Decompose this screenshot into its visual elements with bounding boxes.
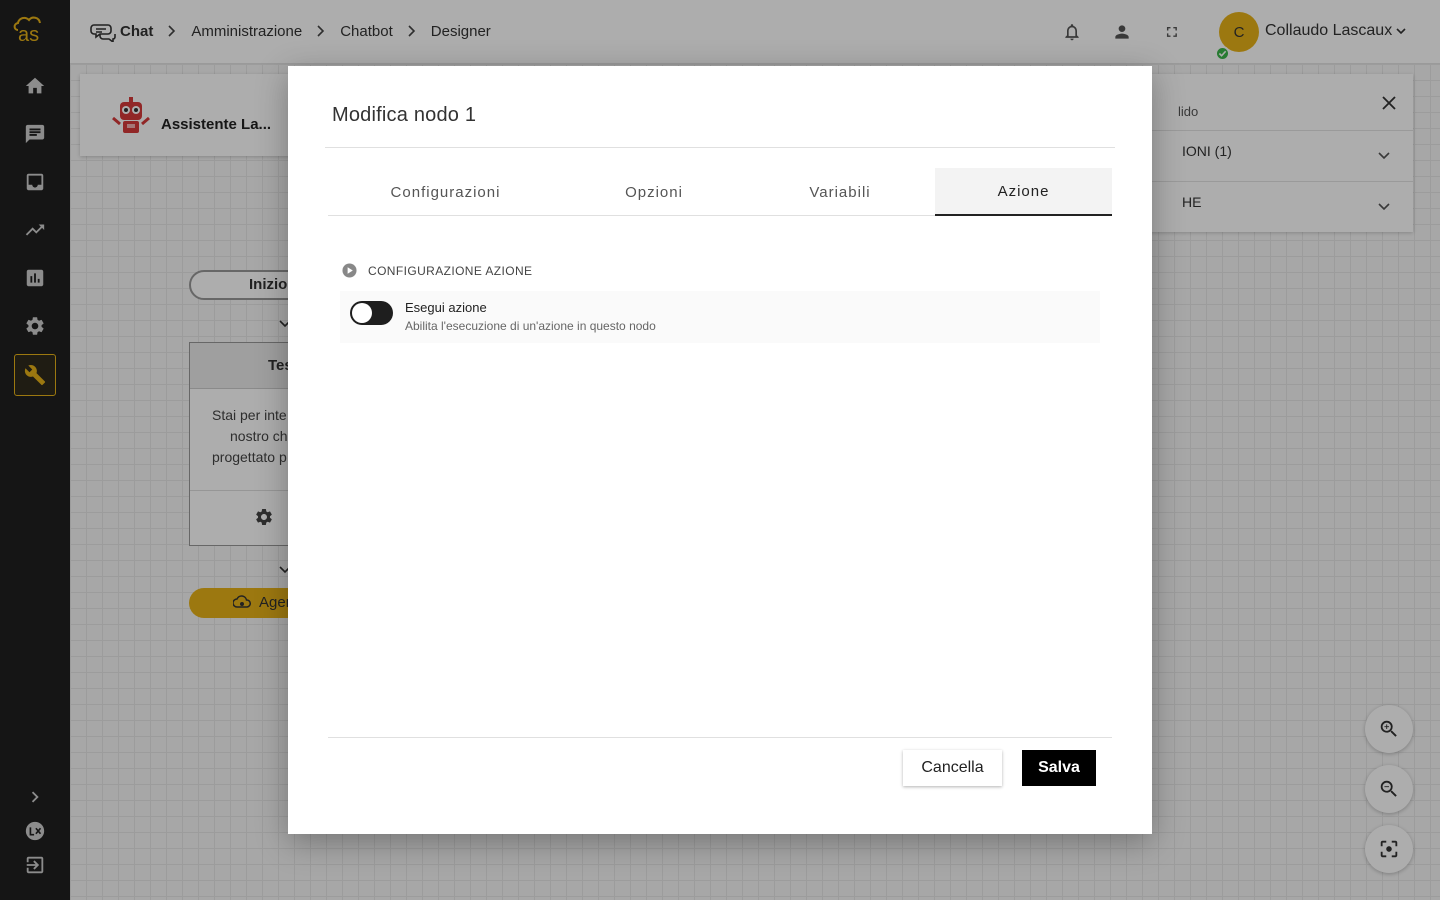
option-title: Esegui azione — [405, 300, 487, 315]
cancel-button[interactable]: Cancella — [903, 750, 1002, 786]
divider — [325, 147, 1115, 148]
toggle-knob — [352, 303, 372, 323]
option-description: Abilita l'esecuzione di un'azione in que… — [405, 319, 656, 333]
tab-configurazioni[interactable]: Configurazioni — [328, 168, 563, 216]
dialog-tabs: Configurazioni Opzioni Variabili Azione — [328, 168, 1112, 216]
play-circle-icon — [342, 263, 357, 278]
dialog-title: Modifica nodo 1 — [332, 104, 477, 126]
execute-action-toggle[interactable] — [350, 301, 393, 325]
edit-node-dialog: Modifica nodo 1 Configurazioni Opzioni V… — [288, 66, 1152, 834]
section-title: CONFIGURAZIONE AZIONE — [368, 263, 533, 278]
tab-azione[interactable]: Azione — [935, 168, 1112, 216]
section-header: CONFIGURAZIONE AZIONE — [342, 263, 532, 278]
save-button[interactable]: Salva — [1022, 750, 1096, 786]
execute-action-option: Esegui azione Abilita l'esecuzione di un… — [340, 291, 1100, 343]
tab-opzioni[interactable]: Opzioni — [563, 168, 745, 216]
divider — [328, 737, 1112, 738]
tab-variabili[interactable]: Variabili — [745, 168, 935, 216]
